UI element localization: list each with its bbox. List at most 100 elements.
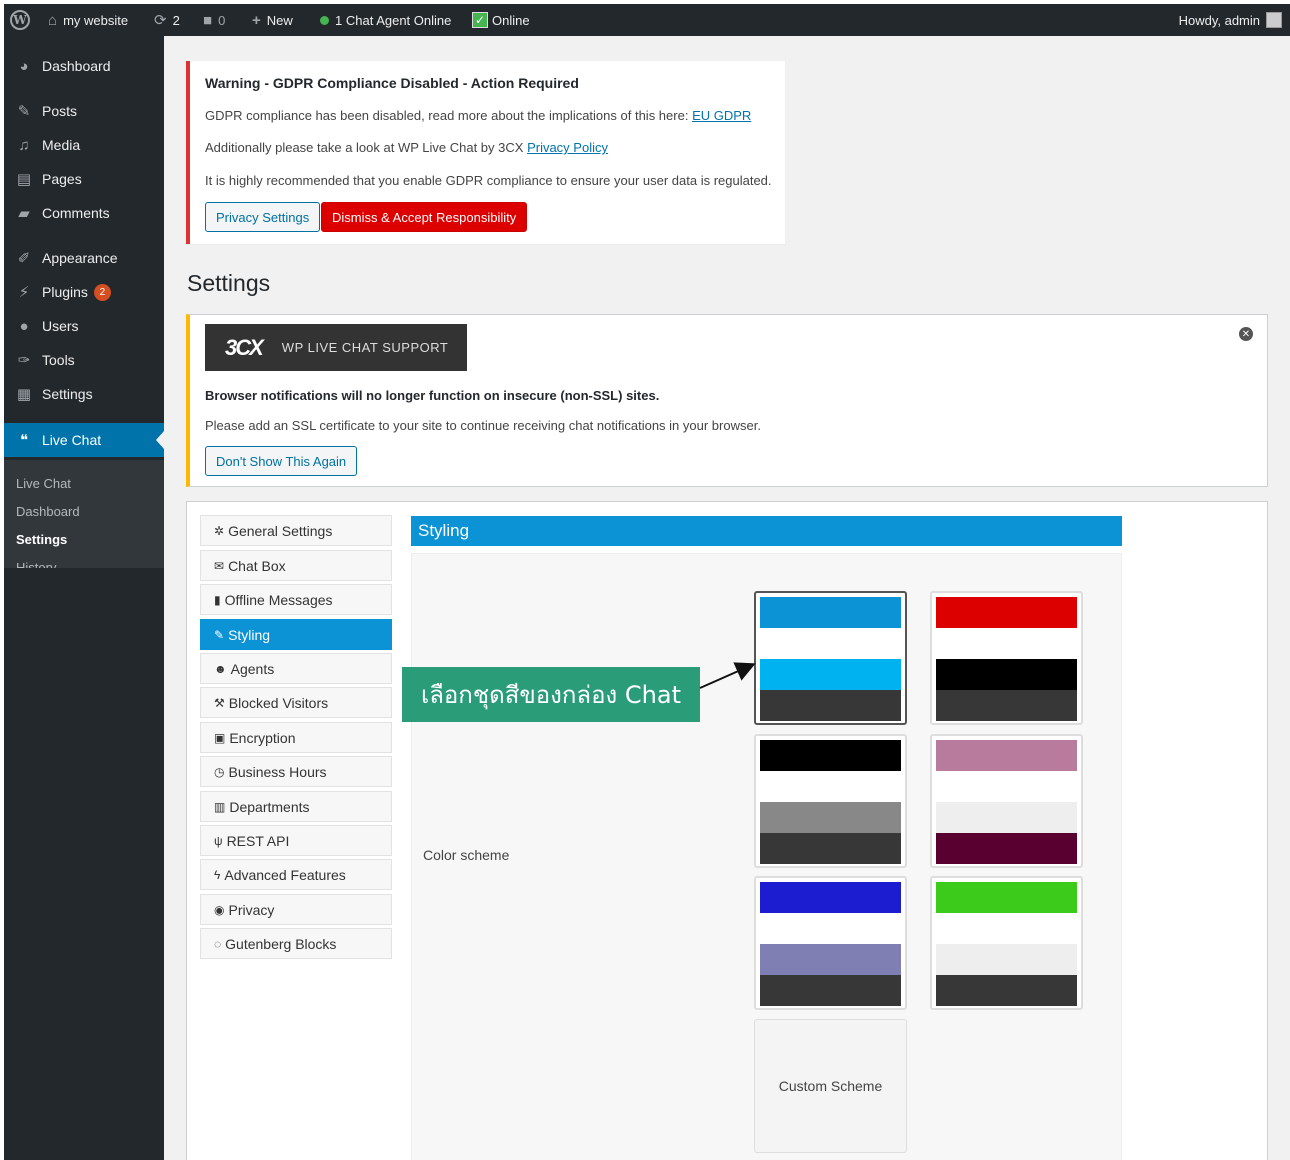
new-content-link[interactable]: + New: [252, 4, 293, 36]
tab-label: Business Hours: [228, 763, 327, 780]
gdpr-notice-line-1: GDPR compliance has been disabled, read …: [205, 108, 751, 123]
privacy-settings-button[interactable]: Privacy Settings: [205, 202, 321, 232]
media-icon: ♫: [18, 136, 30, 154]
active-menu-arrow: [156, 431, 164, 449]
my-account-link[interactable]: Howdy, admin: [1179, 4, 1282, 36]
sidebar-item-users[interactable]: ● Users: [4, 309, 164, 343]
user-icon: ●: [19, 317, 29, 335]
tab-blocked-visitors[interactable]: ⚒ Blocked Visitors: [200, 687, 392, 718]
color-swatch-stripe: [936, 882, 1077, 913]
sidebar-item-posts[interactable]: ✎ Posts: [4, 94, 164, 128]
ssl-notice-heading: Browser notifications will no longer fun…: [205, 388, 660, 403]
color-swatch-stripe: [936, 659, 1077, 690]
plus-icon: +: [252, 11, 261, 29]
submenu-item-settings[interactable]: Settings: [16, 532, 67, 547]
color-swatch-stripe: [760, 882, 901, 913]
custom-scheme-button[interactable]: Custom Scheme: [754, 1019, 907, 1153]
sidebar-item-plugins[interactable]: ⚡ Plugins 2: [4, 275, 164, 309]
submenu-item-live-chat[interactable]: Live Chat: [16, 476, 71, 491]
speech-icon: ◌: [214, 936, 222, 951]
bank-icon: ▥: [214, 799, 226, 814]
tab-label: Offline Messages: [224, 591, 333, 608]
tab-privacy[interactable]: ◉ Privacy: [200, 894, 392, 925]
color-scheme-option[interactable]: [930, 591, 1083, 725]
online-toggle[interactable]: ✓ Online: [472, 4, 530, 36]
color-scheme-option[interactable]: [754, 591, 907, 725]
tab-gutenberg-blocks[interactable]: ◌ Gutenberg Blocks: [200, 928, 392, 959]
sidebar-item-appearance[interactable]: ✐ Appearance: [4, 241, 164, 275]
pin-icon: ✎: [17, 103, 31, 120]
color-swatch-stripe: [760, 628, 901, 659]
tab-chat-box[interactable]: ✉ Chat Box: [200, 550, 392, 581]
sidebar-item-media[interactable]: ♫ Media: [4, 128, 164, 162]
tab-advanced-features[interactable]: ϟ Advanced Features: [200, 859, 392, 890]
color-swatch-stripe: [760, 659, 901, 690]
color-swatch-stripe: [760, 771, 901, 802]
sidebar-item-dashboard[interactable]: ◕ Dashboard: [4, 49, 164, 83]
close-icon[interactable]: ✕: [1239, 327, 1253, 341]
color-scheme-option[interactable]: [754, 876, 907, 1010]
color-swatch-stripe: [760, 597, 901, 628]
sidebar-item-live-chat[interactable]: ❝ Live Chat: [4, 423, 164, 457]
3cx-tagline: WP LIVE CHAT SUPPORT: [281, 340, 449, 355]
tab-label: Advanced Features: [224, 866, 346, 883]
plugin-icon: ⚡: [18, 284, 30, 301]
tab-offline-messages[interactable]: ▮ Offline Messages: [200, 584, 392, 615]
sidebar-item-comments[interactable]: ▰ Comments: [4, 196, 164, 230]
comment-bubble-icon: ■: [203, 11, 213, 29]
sidebar-item-label: Appearance: [42, 250, 118, 266]
color-swatch-stripe: [936, 944, 1077, 975]
tab-label: Styling: [228, 626, 271, 643]
tab-general-settings[interactable]: ✲ General Settings: [200, 515, 392, 546]
privacy-policy-link[interactable]: Privacy Policy: [527, 140, 608, 155]
color-scheme-option[interactable]: [930, 876, 1083, 1010]
sidebar-item-pages[interactable]: ▤ Pages: [4, 162, 164, 196]
submenu-item-dashboard[interactable]: Dashboard: [16, 504, 80, 519]
wp-logo-menu[interactable]: W: [10, 4, 30, 36]
sidebar-item-tools[interactable]: ✑ Tools: [4, 343, 164, 377]
tab-departments[interactable]: ▥ Departments: [200, 791, 392, 822]
submenu-item-history[interactable]: History: [16, 560, 56, 568]
color-swatch-stripe: [760, 740, 901, 771]
book-icon: ▮: [214, 592, 221, 607]
tab-styling[interactable]: ✎ Styling: [200, 619, 392, 650]
tab-agents[interactable]: ☻ Agents: [200, 653, 392, 684]
updates-link[interactable]: ⟳ 2: [154, 4, 180, 36]
site-name-link[interactable]: ⌂ my website: [48, 4, 128, 36]
eu-gdpr-link[interactable]: EU GDPR: [692, 108, 751, 123]
agent-status-label: 1 Chat Agent Online: [335, 12, 452, 28]
wrench-icon: ✑: [17, 352, 31, 369]
envelope-icon: ✉: [214, 558, 225, 573]
agent-status-link[interactable]: 1 Chat Agent Online: [320, 4, 451, 36]
updates-count: 2: [172, 12, 180, 28]
comments-count: 0: [218, 12, 226, 28]
users-icon: ☻: [214, 661, 227, 676]
tab-encryption[interactable]: ▣ Encryption: [200, 722, 392, 753]
pages-icon: ▤: [16, 171, 32, 188]
comment-icon: ▰: [18, 205, 30, 222]
dont-show-again-button[interactable]: Don't Show This Again: [205, 446, 358, 476]
color-scheme-option[interactable]: [754, 734, 907, 868]
dismiss-accept-button[interactable]: Dismiss & Accept Responsibility: [321, 202, 528, 232]
color-swatch-stripe: [936, 833, 1077, 864]
tab-rest-api[interactable]: ψ REST API: [200, 825, 392, 856]
3cx-logo: 3CX WP LIVE CHAT SUPPORT: [205, 324, 467, 371]
gear-icon: ✲: [214, 523, 225, 538]
gavel-icon: ⚒: [214, 695, 225, 710]
tab-label: Gutenberg Blocks: [225, 935, 337, 952]
brush-icon: ✐: [17, 250, 31, 267]
color-swatch-stripe: [936, 913, 1077, 944]
color-swatch-stripe: [760, 975, 901, 1006]
color-swatch-stripe: [760, 833, 901, 864]
main-content: Warning - GDPR Compliance Disabled - Act…: [164, 36, 1290, 1160]
color-scheme-option[interactable]: [930, 734, 1083, 868]
gdpr-warning-notice: Warning - GDPR Compliance Disabled - Act…: [186, 61, 785, 244]
tab-label: Encryption: [229, 729, 296, 746]
sidebar-item-label: Pages: [42, 171, 82, 187]
gdpr-line-2-text: Additionally please take a look at WP Li…: [205, 140, 524, 155]
tab-label: Departments: [229, 798, 310, 815]
tab-business-hours[interactable]: ◷ Business Hours: [200, 756, 392, 787]
sidebar-item-settings[interactable]: ▦ Settings: [4, 377, 164, 411]
comments-link[interactable]: ■ 0: [203, 4, 225, 36]
styling-section-body: Color scheme Custom Scheme: [411, 553, 1122, 1160]
